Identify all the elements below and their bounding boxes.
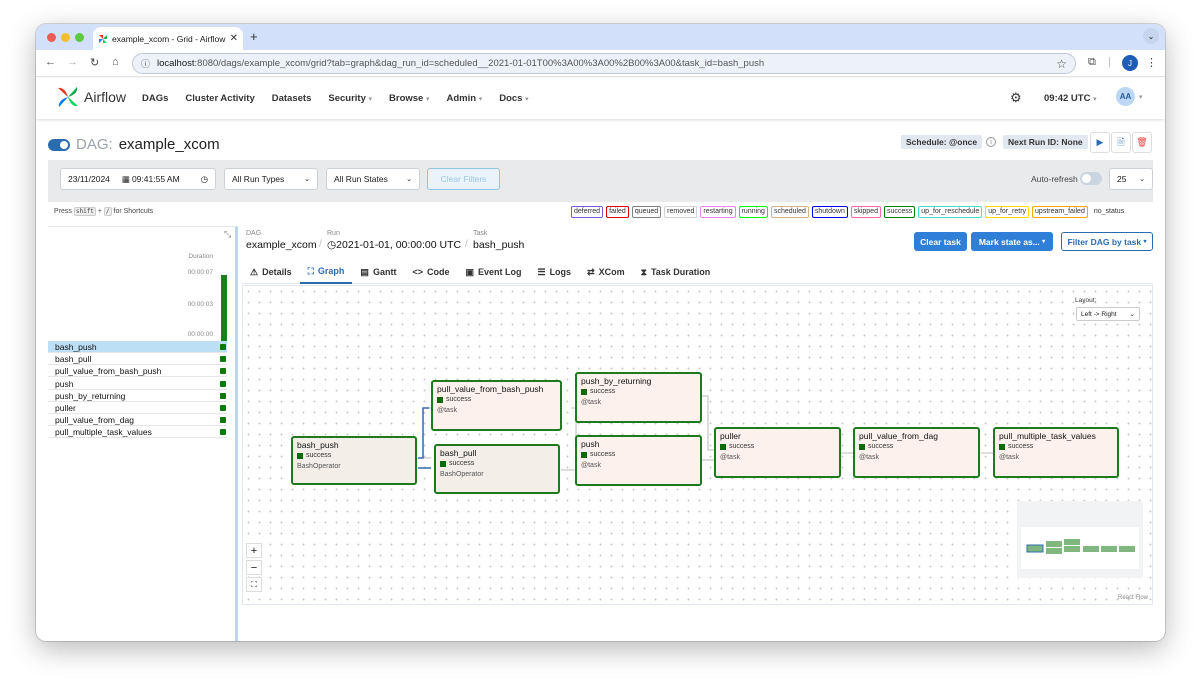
node-name: puller	[720, 431, 741, 441]
minimap-node	[1046, 541, 1062, 547]
node-status-text: success	[446, 396, 472, 403]
status-square-icon	[437, 396, 443, 403]
minimap-node	[1064, 539, 1080, 545]
node-status: success	[720, 443, 754, 450]
node-puller[interactable]: puller success @task	[714, 427, 841, 478]
node-push[interactable]: push success @task	[575, 435, 702, 486]
edge-line	[702, 395, 714, 451]
node-status: success	[297, 452, 331, 459]
minus-icon: −	[250, 561, 258, 574]
node-name: push_by_returning	[581, 376, 652, 386]
node-status: success	[859, 443, 893, 450]
status-square-icon	[297, 452, 303, 459]
node-status: success	[440, 460, 474, 467]
status-square-icon	[859, 443, 865, 450]
minimap-node	[1101, 546, 1117, 552]
node-operator: BashOperator	[440, 471, 484, 478]
browser-window: example_xcom - Grid - Airflow ✕ + ⌄ ← → …	[36, 24, 1165, 641]
fit-view-button[interactable]: ⛶	[246, 577, 262, 592]
layout-select[interactable]: Left -> Right ⌄	[1076, 307, 1140, 321]
status-square-icon	[720, 443, 726, 450]
node-status-text: success	[590, 451, 616, 458]
layout-label: Layout:	[1075, 297, 1097, 304]
minimap-node	[1083, 546, 1099, 552]
node-operator: @task	[581, 399, 601, 406]
status-square-icon	[581, 388, 587, 395]
node-operator: @task	[999, 454, 1019, 461]
node-status: success	[581, 451, 615, 458]
node-operator: @task	[859, 454, 879, 461]
node-push-by-returning[interactable]: push_by_returning success @task	[575, 372, 702, 423]
node-name: pull_value_from_bash_push	[437, 384, 544, 394]
minimap-node	[1064, 546, 1080, 552]
minimap-node	[1119, 546, 1135, 552]
edge-line-highlighted	[418, 407, 429, 459]
node-operator: @task	[720, 454, 740, 461]
chevron-down-icon: ⌄	[1129, 311, 1135, 318]
node-status-text: success	[729, 443, 755, 450]
layout-value: Left -> Right	[1081, 310, 1117, 318]
plus-icon: +	[250, 544, 258, 557]
zoom-out-button[interactable]: −	[246, 560, 262, 575]
node-name: pull_value_from_dag	[859, 431, 938, 441]
status-square-icon	[581, 451, 587, 458]
node-pull-value-from-bash-push[interactable]: pull_value_from_bash_push success @task	[431, 380, 562, 431]
node-name: bash_push	[297, 440, 339, 450]
status-square-icon	[999, 443, 1005, 450]
node-status-text: success	[1008, 443, 1034, 450]
node-name: push	[581, 439, 600, 449]
node-status: success	[437, 396, 471, 403]
graph-edges	[418, 379, 993, 471]
fit-view-icon: ⛶	[251, 579, 257, 589]
status-square-icon	[440, 460, 446, 467]
node-operator: @task	[581, 462, 601, 469]
node-status-text: success	[306, 452, 332, 459]
minimap-node	[1046, 548, 1062, 554]
node-operator: BashOperator	[297, 463, 341, 470]
node-status-text: success	[449, 460, 475, 467]
minimap-graph	[1021, 527, 1139, 569]
node-status-text: success	[868, 443, 894, 450]
zoom-in-button[interactable]: +	[246, 543, 262, 558]
node-name: pull_multiple_task_values	[999, 431, 1096, 441]
minimap[interactable]	[1017, 501, 1143, 578]
node-bash-push[interactable]: bash_push success BashOperator	[291, 436, 417, 485]
node-pull-multiple-task-values[interactable]: pull_multiple_task_values success @task	[993, 427, 1119, 478]
node-name: bash_pull	[440, 448, 477, 458]
react-flow-attribution[interactable]: React Flow	[1118, 595, 1148, 601]
minimap-node	[1026, 544, 1044, 553]
node-bash-pull[interactable]: bash_pull success BashOperator	[434, 444, 560, 494]
node-status: success	[999, 443, 1033, 450]
node-status: success	[581, 388, 615, 395]
node-pull-value-from-dag[interactable]: pull_value_from_dag success @task	[853, 427, 980, 478]
node-operator: @task	[437, 407, 457, 414]
node-status-text: success	[590, 388, 616, 395]
